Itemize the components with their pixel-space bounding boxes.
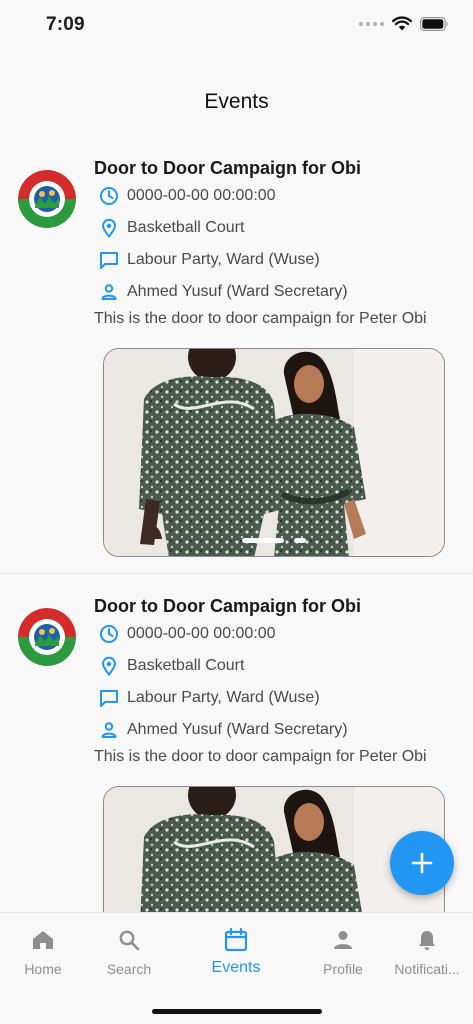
nav-home-label: Home xyxy=(24,961,62,977)
event-organization-row: Labour Party, Ward (Wuse) xyxy=(99,250,320,270)
person-icon xyxy=(99,720,119,740)
pager-dot-active[interactable] xyxy=(242,538,284,543)
search-icon xyxy=(116,927,142,953)
event-datetime: 0000-00-00 00:00:00 xyxy=(127,625,276,642)
nav-home[interactable]: Home xyxy=(0,927,88,977)
wifi-icon xyxy=(392,16,412,31)
event-organization: Labour Party, Ward (Wuse) xyxy=(127,251,320,268)
status-bar: 7:09 xyxy=(0,0,473,50)
labour-party-logo xyxy=(18,170,76,228)
location-pin-icon xyxy=(99,218,119,238)
plus-icon xyxy=(411,852,433,874)
event-card[interactable]: Door to Door Campaign for Obi 0000-00-00… xyxy=(0,136,473,574)
nav-profile[interactable]: Profile xyxy=(298,927,388,977)
bell-icon xyxy=(414,927,440,953)
app-header: Events xyxy=(0,50,473,135)
nav-profile-label: Profile xyxy=(323,961,363,977)
nav-notifications-label: Notificati... xyxy=(394,961,460,977)
labour-party-logo xyxy=(18,608,76,666)
pager-dot[interactable] xyxy=(294,538,306,543)
add-event-button[interactable] xyxy=(390,831,454,895)
event-datetime-row: 0000-00-00 00:00:00 xyxy=(99,186,276,206)
event-description: This is the door to door campaign for Pe… xyxy=(94,748,427,765)
event-title[interactable]: Door to Door Campaign for Obi xyxy=(94,158,361,179)
event-contact: Ahmed Yusuf (Ward Secretary) xyxy=(127,721,348,738)
status-time: 7:09 xyxy=(46,14,85,35)
home-icon xyxy=(30,927,56,953)
nav-events[interactable]: Events xyxy=(191,927,281,977)
signal-icon xyxy=(359,21,384,26)
calendar-icon xyxy=(223,927,249,953)
event-contact-row: Ahmed Yusuf (Ward Secretary) xyxy=(99,282,348,302)
nav-notifications[interactable]: Notificati... xyxy=(382,927,472,977)
event-location-row: Basketball Court xyxy=(99,218,244,238)
message-icon xyxy=(99,688,119,708)
event-contact-row: Ahmed Yusuf (Ward Secretary) xyxy=(99,720,348,740)
nav-events-label: Events xyxy=(211,959,261,976)
event-contact: Ahmed Yusuf (Ward Secretary) xyxy=(127,283,348,300)
page-title: Events xyxy=(204,90,269,113)
nav-search[interactable]: Search xyxy=(84,927,174,977)
event-photo[interactable] xyxy=(103,348,445,557)
event-description: This is the door to door campaign for Pe… xyxy=(94,310,427,327)
event-organization: Labour Party, Ward (Wuse) xyxy=(127,689,320,706)
clock-icon xyxy=(99,186,119,206)
image-pager[interactable] xyxy=(104,538,444,543)
events-feed[interactable]: Door to Door Campaign for Obi 0000-00-00… xyxy=(0,136,473,912)
home-indicator[interactable] xyxy=(152,1009,322,1014)
bottom-nav: Home Search Events Profile Notificati... xyxy=(0,912,473,1024)
clock-icon xyxy=(99,624,119,644)
person-icon xyxy=(330,927,356,953)
event-organization-row: Labour Party, Ward (Wuse) xyxy=(99,688,320,708)
location-pin-icon xyxy=(99,656,119,676)
event-location-row: Basketball Court xyxy=(99,656,244,676)
event-datetime-row: 0000-00-00 00:00:00 xyxy=(99,624,276,644)
event-location: Basketball Court xyxy=(127,219,245,236)
event-title[interactable]: Door to Door Campaign for Obi xyxy=(94,596,361,617)
person-icon xyxy=(99,282,119,302)
status-icons xyxy=(359,16,449,31)
battery-icon xyxy=(420,16,448,31)
event-datetime: 0000-00-00 00:00:00 xyxy=(127,187,276,204)
event-location: Basketball Court xyxy=(127,657,245,674)
nav-search-label: Search xyxy=(106,961,152,977)
message-icon xyxy=(99,250,119,270)
